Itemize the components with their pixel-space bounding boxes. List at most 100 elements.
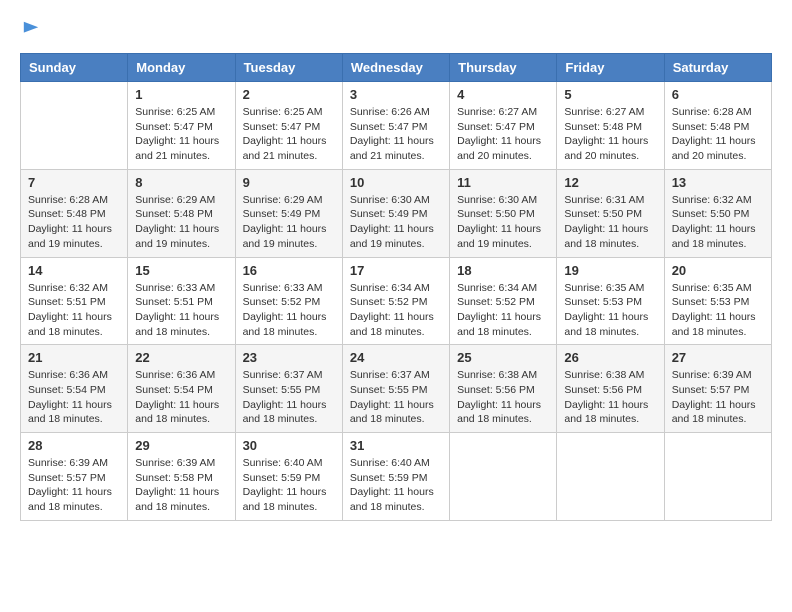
- day-number: 29: [135, 438, 227, 453]
- calendar-cell: 25 Sunrise: 6:38 AMSunset: 5:56 PMDayligh…: [450, 345, 557, 433]
- day-info: Sunrise: 6:39 AMSunset: 5:57 PMDaylight:…: [28, 456, 120, 515]
- calendar-cell: 26 Sunrise: 6:38 AMSunset: 5:56 PMDayligh…: [557, 345, 664, 433]
- calendar-cell: [21, 82, 128, 170]
- calendar-cell: 15 Sunrise: 6:33 AMSunset: 5:51 PMDayligh…: [128, 257, 235, 345]
- calendar-cell: 23 Sunrise: 6:37 AMSunset: 5:55 PMDayligh…: [235, 345, 342, 433]
- calendar-cell: 12 Sunrise: 6:31 AMSunset: 5:50 PMDayligh…: [557, 169, 664, 257]
- calendar-cell: 16 Sunrise: 6:33 AMSunset: 5:52 PMDayligh…: [235, 257, 342, 345]
- day-info: Sunrise: 6:37 AMSunset: 5:55 PMDaylight:…: [243, 368, 335, 427]
- day-info: Sunrise: 6:37 AMSunset: 5:55 PMDaylight:…: [350, 368, 442, 427]
- calendar-header-row: SundayMondayTuesdayWednesdayThursdayFrid…: [21, 54, 772, 82]
- day-info: Sunrise: 6:25 AMSunset: 5:47 PMDaylight:…: [135, 105, 227, 164]
- day-info: Sunrise: 6:27 AMSunset: 5:47 PMDaylight:…: [457, 105, 549, 164]
- day-info: Sunrise: 6:26 AMSunset: 5:47 PMDaylight:…: [350, 105, 442, 164]
- day-info: Sunrise: 6:38 AMSunset: 5:56 PMDaylight:…: [564, 368, 656, 427]
- day-number: 19: [564, 263, 656, 278]
- calendar-week-1: 1 Sunrise: 6:25 AMSunset: 5:47 PMDaylight…: [21, 82, 772, 170]
- day-number: 12: [564, 175, 656, 190]
- day-number: 18: [457, 263, 549, 278]
- calendar-week-5: 28Sunrise: 6:39 AMSunset: 5:57 PMDayligh…: [21, 433, 772, 521]
- calendar-cell: 3Sunrise: 6:26 AMSunset: 5:47 PMDaylight…: [342, 82, 449, 170]
- page-header: [20, 20, 772, 43]
- logo-text: [20, 20, 40, 43]
- day-number: 11: [457, 175, 549, 190]
- day-number: 25: [457, 350, 549, 365]
- calendar-cell: 20Sunrise: 6:35 AMSunset: 5:53 PMDayligh…: [664, 257, 771, 345]
- logo: [20, 20, 40, 43]
- day-number: 4: [457, 87, 549, 102]
- day-number: 16: [243, 263, 335, 278]
- day-info: Sunrise: 6:31 AMSunset: 5:50 PMDaylight:…: [564, 193, 656, 252]
- day-info: Sunrise: 6:34 AMSunset: 5:52 PMDaylight:…: [457, 281, 549, 340]
- calendar-cell: [450, 433, 557, 521]
- day-number: 21: [28, 350, 120, 365]
- calendar-cell: 1 Sunrise: 6:25 AMSunset: 5:47 PMDaylight…: [128, 82, 235, 170]
- day-info: Sunrise: 6:38 AMSunset: 5:56 PMDaylight:…: [457, 368, 549, 427]
- weekday-header-tuesday: Tuesday: [235, 54, 342, 82]
- calendar-cell: 4 Sunrise: 6:27 AMSunset: 5:47 PMDaylight…: [450, 82, 557, 170]
- day-number: 26: [564, 350, 656, 365]
- calendar-cell: 28Sunrise: 6:39 AMSunset: 5:57 PMDayligh…: [21, 433, 128, 521]
- day-number: 10: [350, 175, 442, 190]
- day-info: Sunrise: 6:30 AMSunset: 5:49 PMDaylight:…: [350, 193, 442, 252]
- day-number: 9: [243, 175, 335, 190]
- day-number: 14: [28, 263, 120, 278]
- day-info: Sunrise: 6:33 AMSunset: 5:51 PMDaylight:…: [135, 281, 227, 340]
- calendar-cell: [664, 433, 771, 521]
- weekday-header-monday: Monday: [128, 54, 235, 82]
- calendar-cell: 10 Sunrise: 6:30 AMSunset: 5:49 PMDayligh…: [342, 169, 449, 257]
- day-info: Sunrise: 6:29 AMSunset: 5:48 PMDaylight:…: [135, 193, 227, 252]
- day-number: 6: [672, 87, 764, 102]
- day-info: Sunrise: 6:36 AMSunset: 5:54 PMDaylight:…: [135, 368, 227, 427]
- calendar-cell: 27Sunrise: 6:39 AMSunset: 5:57 PMDayligh…: [664, 345, 771, 433]
- calendar-cell: 2 Sunrise: 6:25 AMSunset: 5:47 PMDaylight…: [235, 82, 342, 170]
- calendar-cell: 6Sunrise: 6:28 AMSunset: 5:48 PMDaylight…: [664, 82, 771, 170]
- day-info: Sunrise: 6:32 AMSunset: 5:50 PMDaylight:…: [672, 193, 764, 252]
- day-info: Sunrise: 6:40 AMSunset: 5:59 PMDaylight:…: [243, 456, 335, 515]
- weekday-header-friday: Friday: [557, 54, 664, 82]
- day-info: Sunrise: 6:35 AMSunset: 5:53 PMDaylight:…: [564, 281, 656, 340]
- day-info: Sunrise: 6:40 AMSunset: 5:59 PMDaylight:…: [350, 456, 442, 515]
- calendar-cell: 18 Sunrise: 6:34 AMSunset: 5:52 PMDayligh…: [450, 257, 557, 345]
- calendar-cell: 24 Sunrise: 6:37 AMSunset: 5:55 PMDayligh…: [342, 345, 449, 433]
- day-number: 15: [135, 263, 227, 278]
- calendar-cell: 21 Sunrise: 6:36 AMSunset: 5:54 PMDayligh…: [21, 345, 128, 433]
- weekday-header-thursday: Thursday: [450, 54, 557, 82]
- day-number: 20: [672, 263, 764, 278]
- calendar-table: SundayMondayTuesdayWednesdayThursdayFrid…: [20, 53, 772, 521]
- day-number: 22: [135, 350, 227, 365]
- day-info: Sunrise: 6:29 AMSunset: 5:49 PMDaylight:…: [243, 193, 335, 252]
- weekday-header-sunday: Sunday: [21, 54, 128, 82]
- calendar-cell: 29 Sunrise: 6:39 AMSunset: 5:58 PMDayligh…: [128, 433, 235, 521]
- calendar-cell: 8 Sunrise: 6:29 AMSunset: 5:48 PMDaylight…: [128, 169, 235, 257]
- day-info: Sunrise: 6:30 AMSunset: 5:50 PMDaylight:…: [457, 193, 549, 252]
- day-number: 17: [350, 263, 442, 278]
- day-info: Sunrise: 6:25 AMSunset: 5:47 PMDaylight:…: [243, 105, 335, 164]
- day-number: 30: [243, 438, 335, 453]
- day-number: 23: [243, 350, 335, 365]
- calendar-cell: 30 Sunrise: 6:40 AMSunset: 5:59 PMDayligh…: [235, 433, 342, 521]
- day-info: Sunrise: 6:33 AMSunset: 5:52 PMDaylight:…: [243, 281, 335, 340]
- day-info: Sunrise: 6:36 AMSunset: 5:54 PMDaylight:…: [28, 368, 120, 427]
- day-info: Sunrise: 6:39 AMSunset: 5:58 PMDaylight:…: [135, 456, 227, 515]
- calendar-cell: 11 Sunrise: 6:30 AMSunset: 5:50 PMDayligh…: [450, 169, 557, 257]
- day-number: 31: [350, 438, 442, 453]
- calendar-cell: 7 Sunrise: 6:28 AMSunset: 5:48 PMDaylight…: [21, 169, 128, 257]
- day-info: Sunrise: 6:28 AMSunset: 5:48 PMDaylight:…: [28, 193, 120, 252]
- logo-flag-icon: [22, 20, 40, 38]
- day-number: 24: [350, 350, 442, 365]
- day-info: Sunrise: 6:34 AMSunset: 5:52 PMDaylight:…: [350, 281, 442, 340]
- day-info: Sunrise: 6:27 AMSunset: 5:48 PMDaylight:…: [564, 105, 656, 164]
- day-number: 5: [564, 87, 656, 102]
- calendar-week-3: 14 Sunrise: 6:32 AMSunset: 5:51 PMDayligh…: [21, 257, 772, 345]
- day-info: Sunrise: 6:32 AMSunset: 5:51 PMDaylight:…: [28, 281, 120, 340]
- day-number: 7: [28, 175, 120, 190]
- day-number: 8: [135, 175, 227, 190]
- weekday-header-wednesday: Wednesday: [342, 54, 449, 82]
- day-number: 1: [135, 87, 227, 102]
- calendar-body: 1 Sunrise: 6:25 AMSunset: 5:47 PMDaylight…: [21, 82, 772, 521]
- calendar-cell: 17 Sunrise: 6:34 AMSunset: 5:52 PMDayligh…: [342, 257, 449, 345]
- calendar-cell: 13Sunrise: 6:32 AMSunset: 5:50 PMDayligh…: [664, 169, 771, 257]
- calendar-cell: [557, 433, 664, 521]
- day-number: 2: [243, 87, 335, 102]
